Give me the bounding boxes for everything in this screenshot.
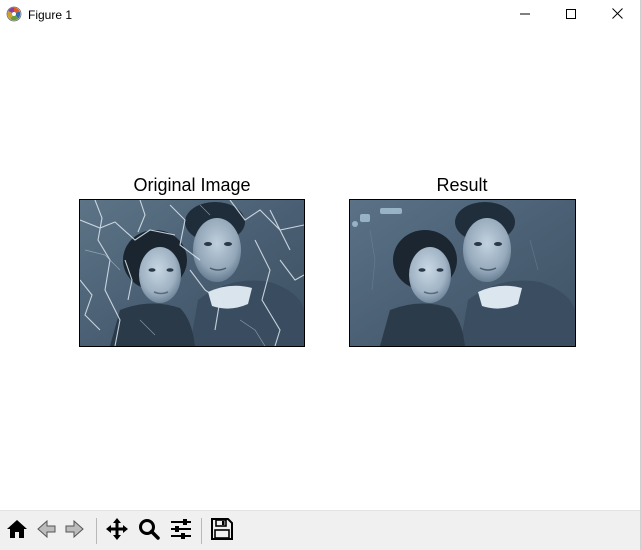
original-image <box>80 200 304 346</box>
zoom-button[interactable] <box>135 517 163 545</box>
close-button[interactable] <box>594 0 640 30</box>
figure-canvas[interactable]: Original Image Result <box>0 30 640 510</box>
result-title: Result <box>436 175 488 195</box>
close-icon <box>611 6 623 24</box>
save-button[interactable] <box>208 517 236 545</box>
configure-subplots-button[interactable] <box>167 517 195 545</box>
minimize-icon <box>520 6 530 24</box>
maximize-icon <box>566 6 576 24</box>
pan-button[interactable] <box>103 517 131 545</box>
toolbar-separator <box>201 518 202 544</box>
save-icon <box>210 517 234 546</box>
figure-window: Figure 1 Original Image Result <box>0 0 641 550</box>
back-button[interactable] <box>32 517 60 545</box>
home-icon <box>5 517 29 546</box>
original-image-axes <box>79 199 305 347</box>
forward-arrow-icon <box>63 517 87 546</box>
window-title: Figure 1 <box>28 8 73 22</box>
back-arrow-icon <box>34 517 58 546</box>
move-icon <box>105 517 129 546</box>
minimize-button[interactable] <box>502 0 548 30</box>
matplotlib-logo-icon <box>6 6 22 22</box>
title-bar[interactable]: Figure 1 <box>0 0 640 30</box>
result-image <box>350 200 575 346</box>
maximize-button[interactable] <box>548 0 594 30</box>
home-button[interactable] <box>3 517 31 545</box>
magnifier-icon <box>137 517 161 546</box>
forward-button[interactable] <box>61 517 89 545</box>
toolbar-separator <box>96 518 97 544</box>
navigation-toolbar <box>0 510 640 550</box>
sliders-icon <box>169 517 193 546</box>
original-image-title: Original Image <box>133 175 251 195</box>
result-axes <box>349 199 576 347</box>
